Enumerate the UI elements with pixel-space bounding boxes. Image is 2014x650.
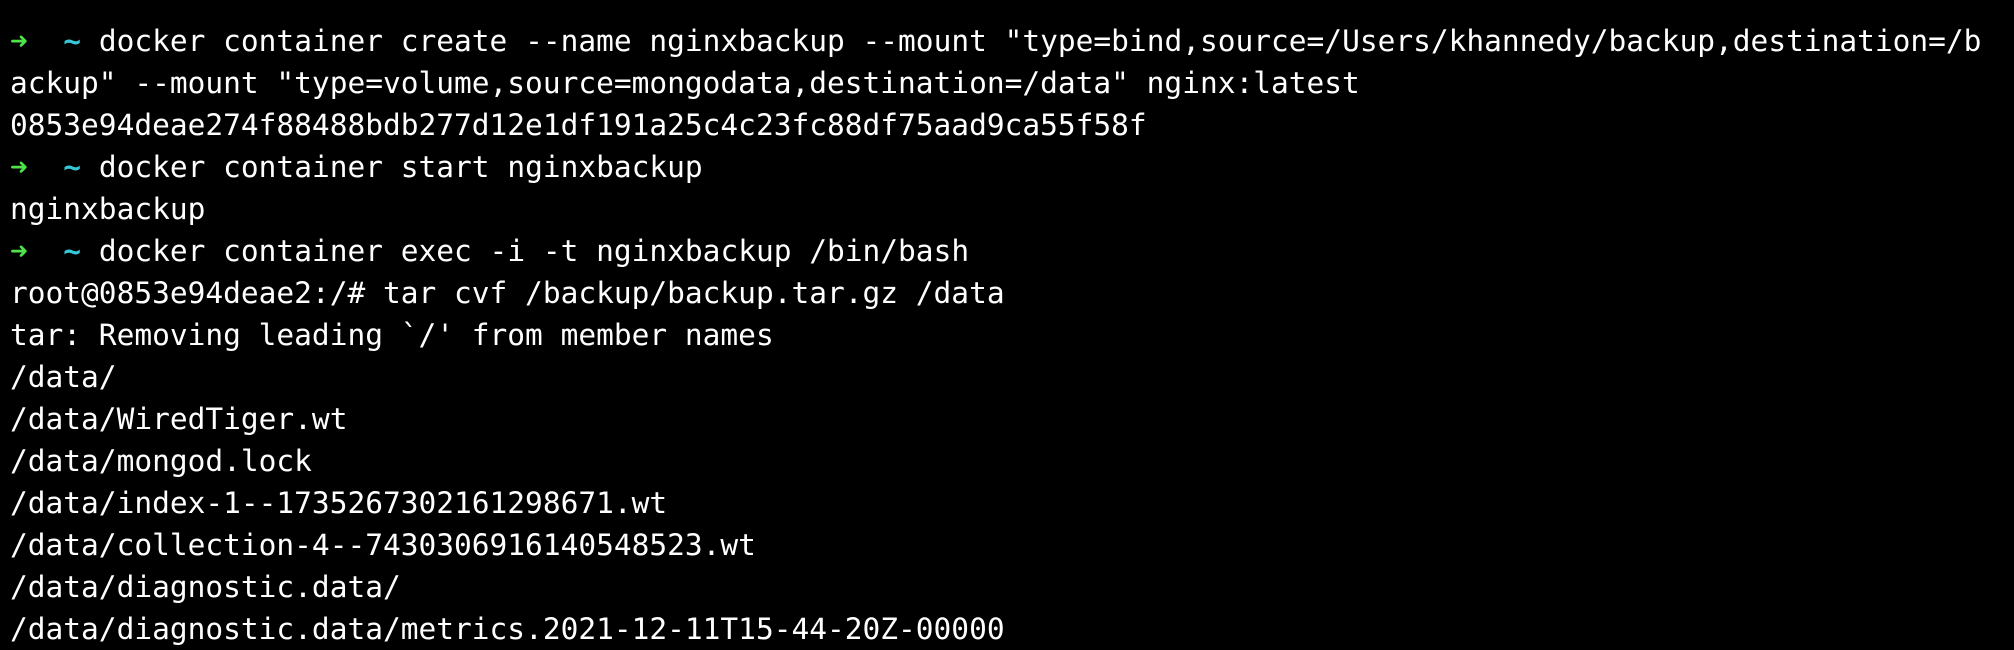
command-line: ➜ ~ docker container exec -i -t nginxbac…	[10, 230, 2014, 272]
output-line: /data/diagnostic.data/metrics.2021-12-11…	[10, 612, 1005, 646]
terminal-window[interactable]: ➜ ~ docker container create --name nginx…	[0, 0, 2014, 648]
command-text: ackup" --mount "type=volume,source=mongo…	[10, 66, 1360, 100]
command-text: docker container start nginxbackup	[98, 150, 703, 184]
command-line: ➜ ~ docker container start nginxbackup	[10, 146, 2014, 188]
output-line: /data/WiredTiger.wt	[10, 402, 348, 436]
command-text: docker container exec -i -t nginxbackup …	[98, 234, 970, 268]
output-line: nginxbackup	[10, 192, 206, 226]
prompt-directory: ~	[63, 150, 82, 184]
shell-command-line: root@0853e94deae2:/# tar cvf /backup/bac…	[10, 276, 1005, 310]
output-line: tar: Removing leading `/' from member na…	[10, 318, 774, 352]
output-line: /data/index-1--1735267302161298671.wt	[10, 486, 668, 520]
right-arrow-icon: ➜	[10, 150, 28, 184]
output-line: /data/collection-4--7430306916140548523.…	[10, 528, 756, 562]
right-arrow-icon: ➜	[10, 24, 28, 58]
command-text: docker container create --name nginxback…	[98, 24, 1982, 58]
output-line: /data/mongod.lock	[10, 444, 312, 478]
command-line: ➜ ~ docker container create --name nginx…	[10, 20, 2014, 62]
prompt-directory: ~	[63, 24, 82, 58]
output-line: /data/	[10, 360, 117, 394]
right-arrow-icon: ➜	[10, 234, 28, 268]
command-continuation: ackup" --mount "type=volume,source=mongo…	[10, 62, 2014, 104]
output-line: 0853e94deae274f88488bdb277d12e1df191a25c…	[10, 108, 1147, 142]
output-line: /data/diagnostic.data/	[10, 570, 401, 604]
prompt-directory: ~	[63, 234, 82, 268]
